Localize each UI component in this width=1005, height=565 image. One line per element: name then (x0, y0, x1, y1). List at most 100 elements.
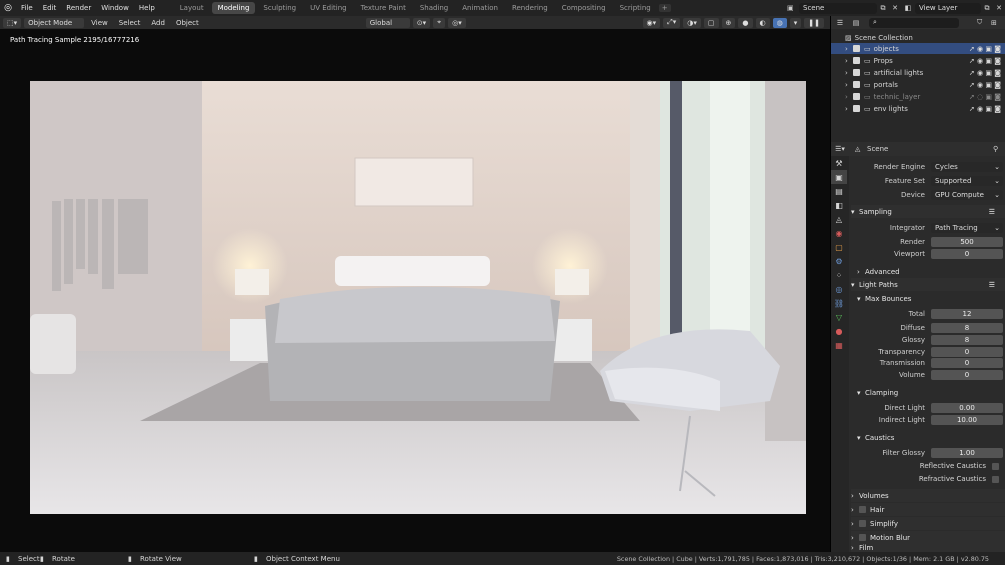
glossy-field[interactable]: 8 (931, 335, 1003, 345)
device-dropdown[interactable]: GPU Compute ⌄ (931, 190, 1003, 200)
display-mode-icon[interactable]: ▤ (849, 19, 863, 27)
tab-scripting[interactable]: Scripting (614, 2, 657, 14)
texture-tab-icon[interactable]: ▦ (831, 338, 847, 352)
reflective-caustics-checkbox[interactable] (992, 462, 999, 470)
menu-object[interactable]: Object (172, 18, 203, 28)
collection-checkbox[interactable] (853, 93, 860, 100)
tab-shading[interactable]: Shading (414, 2, 454, 14)
physics-tab-icon[interactable]: ◎ (831, 282, 847, 296)
refractive-caustics-checkbox[interactable] (992, 475, 999, 483)
volume-field[interactable]: 0 (931, 370, 1003, 380)
integrator-dropdown[interactable]: Path Tracing ⌄ (931, 223, 1003, 233)
film-panel-header[interactable]: › Film (851, 544, 1005, 552)
scene-icon[interactable]: ▣ (787, 4, 799, 12)
pin-icon[interactable]: ⚲ (993, 145, 1005, 153)
collection-checkbox[interactable] (853, 45, 860, 52)
constraints-tab-icon[interactable]: ⛓ (831, 296, 847, 310)
outliner-item-props[interactable]: › ▭ Props ➚ ◉ ▣ ◙ (831, 55, 1005, 66)
shading-rendered-icon[interactable]: ◍ (772, 17, 787, 28)
menu-help[interactable]: Help (134, 4, 160, 12)
orientation-dropdown[interactable]: Global (365, 17, 410, 28)
tab-texture-paint[interactable]: Texture Paint (355, 2, 412, 14)
collection-checkbox[interactable] (853, 81, 860, 88)
diffuse-field[interactable]: 8 (931, 323, 1003, 333)
tool-tab-icon[interactable]: ⚒ (831, 156, 847, 170)
hair-panel-header[interactable]: › Hair (851, 503, 1005, 516)
world-tab-icon[interactable]: ◉ (831, 226, 847, 240)
tab-layout[interactable]: Layout (174, 2, 210, 14)
scene-tab-icon[interactable]: ◬ (831, 212, 847, 226)
menu-window[interactable]: Window (96, 4, 134, 12)
viewport-samples-field[interactable]: 0 (931, 249, 1003, 259)
feature-set-dropdown[interactable]: Supported ⌄ (931, 176, 1003, 186)
tab-modeling[interactable]: Modeling (211, 2, 256, 14)
restrict-icons[interactable]: ➚ ◉ ▣ ◙ (969, 81, 1001, 89)
volumes-panel-header[interactable]: › Volumes (851, 489, 1005, 502)
outliner-root[interactable]: ▨ Scene Collection (831, 32, 1005, 43)
list-icon[interactable]: ☰ (989, 281, 995, 289)
scene-close-icon[interactable]: ✕ (889, 4, 901, 12)
expand-icon[interactable]: › (845, 45, 853, 53)
expand-icon[interactable]: › (845, 81, 853, 89)
outliner-search-input[interactable]: ⌕ (869, 17, 959, 28)
outliner-item-technic-layer[interactable]: › ▭ technic_layer ➚ ◌ ▣ ◙ (831, 91, 1005, 102)
pause-render-icon[interactable]: ❚❚ (804, 17, 824, 28)
filter-icon[interactable]: ⛉ (977, 18, 991, 27)
reflective-caustics-row[interactable]: Reflective Caustics (851, 460, 1005, 472)
restrict-icons[interactable]: ➚ ◌ ▣ ◙ (969, 93, 1001, 101)
tab-uv-editing[interactable]: UV Editing (304, 2, 353, 14)
pivot-icon[interactable]: ⊙▾ (412, 17, 431, 28)
tab-rendering[interactable]: Rendering (506, 2, 554, 14)
render-tab-icon[interactable]: ▣ (831, 170, 847, 184)
clamping-subpanel-header[interactable]: ▾ Clamping (851, 386, 1005, 399)
expand-icon[interactable]: › (845, 93, 853, 101)
scene-copy-icon[interactable]: ⧉ (877, 4, 889, 13)
view-layer-field[interactable]: View Layer (915, 2, 981, 14)
object-tab-icon[interactable]: ▢ (831, 240, 847, 254)
transmission-field[interactable]: 0 (931, 358, 1003, 368)
new-collection-icon[interactable]: ⊞ (991, 19, 1005, 27)
material-tab-icon[interactable]: ● (831, 324, 847, 338)
advanced-subpanel-header[interactable]: › Advanced (851, 265, 1005, 278)
light-paths-panel-header[interactable]: ▾ Light Paths ☰ (851, 278, 1005, 291)
menu-view[interactable]: View (87, 18, 112, 28)
outliner-item-portals[interactable]: › ▭ portals ➚ ◉ ▣ ◙ (831, 79, 1005, 90)
editor-type-button[interactable]: ⬚▾ (3, 17, 22, 28)
snap-icon[interactable]: ⌖ (433, 17, 446, 28)
view-layer-icon[interactable]: ◧ (901, 4, 915, 12)
indirect-light-field[interactable]: 10.00 (931, 415, 1003, 425)
view-layer-tab-icon[interactable]: ◧ (831, 198, 847, 212)
render-engine-dropdown[interactable]: Cycles ⌄ (931, 162, 1003, 172)
menu-add[interactable]: Add (147, 18, 169, 28)
outliner-item-objects[interactable]: › ▭ objects ➚ ◉ ▣ ◙ (831, 43, 1005, 54)
xray-icon[interactable]: ▢ (703, 17, 719, 28)
overlay-icon[interactable]: ◑▾ (683, 17, 701, 28)
simplify-checkbox[interactable] (859, 520, 866, 527)
modifier-tab-icon[interactable]: ⚙ (831, 254, 847, 268)
tab-compositing[interactable]: Compositing (556, 2, 612, 14)
outliner-item-artificial-lights[interactable]: › ▭ artificial lights ➚ ◉ ▣ ◙ (831, 67, 1005, 78)
shading-wireframe-icon[interactable]: ⊕ (721, 17, 736, 28)
collection-checkbox[interactable] (853, 105, 860, 112)
gizmo-icon[interactable]: ⤢▾ (663, 17, 681, 28)
motion-blur-checkbox[interactable] (859, 534, 866, 541)
total-field[interactable]: 12 (931, 309, 1003, 319)
max-bounces-subpanel-header[interactable]: ▾ Max Bounces (851, 292, 1005, 305)
refractive-caustics-row[interactable]: Refractive Caustics (851, 473, 1005, 485)
tab-animation[interactable]: Animation (456, 2, 504, 14)
tab-sculpting[interactable]: Sculpting (257, 2, 302, 14)
proportional-icon[interactable]: ◎▾ (448, 17, 466, 28)
render-samples-field[interactable]: 500 (931, 237, 1003, 247)
motion-blur-panel-header[interactable]: › Motion Blur (851, 531, 1005, 544)
blender-logo-icon[interactable]: ◎ (0, 3, 16, 13)
restrict-icons[interactable]: ➚ ◉ ▣ ◙ (969, 69, 1001, 77)
menu-render[interactable]: Render (61, 4, 96, 12)
mode-dropdown[interactable]: Object Mode (24, 17, 85, 28)
sampling-panel-header[interactable]: ▾ Sampling ☰ (851, 205, 1005, 218)
restrict-icons[interactable]: ➚ ◉ ▣ ◙ (969, 57, 1001, 65)
restrict-icons[interactable]: ➚ ◉ ▣ ◙ (969, 105, 1001, 113)
menu-select[interactable]: Select (115, 18, 145, 28)
scene-field[interactable]: Scene (799, 2, 877, 14)
visibility-icon[interactable]: ◉▾ (642, 17, 661, 28)
output-tab-icon[interactable]: ▤ (831, 184, 847, 198)
